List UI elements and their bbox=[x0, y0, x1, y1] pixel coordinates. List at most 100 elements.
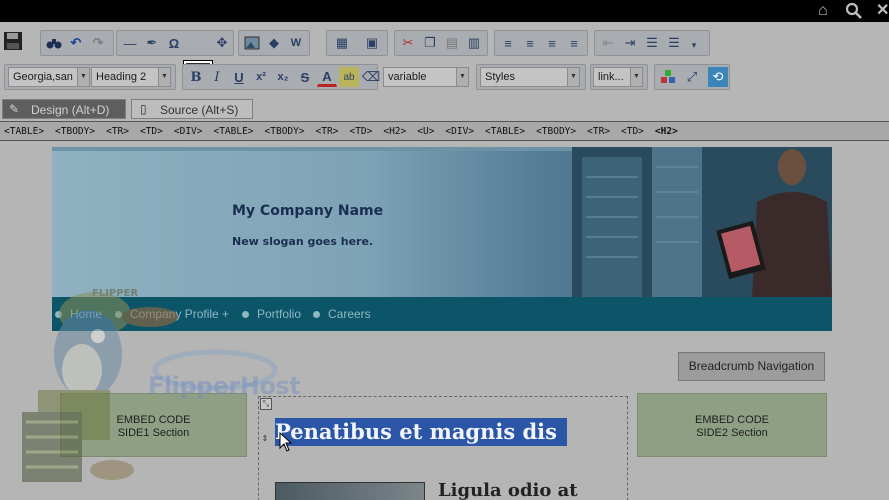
tag-path-item[interactable]: <TD> bbox=[349, 126, 372, 137]
chevron-down-icon: ▼ bbox=[630, 68, 642, 86]
embed-side1[interactable]: EMBED CODE SIDE1 Section bbox=[60, 393, 247, 457]
nav-portfolio[interactable]: Portfolio bbox=[257, 307, 301, 321]
ordered-list-icon[interactable]: ☰ bbox=[642, 33, 662, 53]
mouse-cursor-icon bbox=[279, 432, 293, 452]
sub-heading[interactable]: Ligula odio at bbox=[438, 480, 578, 500]
undo-icon[interactable]: ↶ bbox=[66, 33, 86, 53]
document-icon: ▯ bbox=[140, 102, 147, 116]
embed-side2[interactable]: EMBED CODE SIDE2 Section bbox=[637, 393, 827, 457]
font-family-select[interactable]: Georgia,san ▼ bbox=[8, 67, 90, 87]
special-char-icon[interactable]: Ω bbox=[164, 33, 184, 53]
bold-icon[interactable]: B bbox=[186, 67, 206, 87]
tag-path-item[interactable]: <U> bbox=[417, 126, 434, 137]
tag-path-item[interactable]: <TBODY> bbox=[55, 126, 95, 137]
indent-icon[interactable]: ⇥ bbox=[620, 33, 640, 53]
link-select[interactable]: link... ▼ bbox=[593, 67, 643, 87]
preview-icon[interactable]: ⟲ bbox=[708, 67, 728, 87]
anchor-icon[interactable]: ✥ bbox=[212, 33, 232, 53]
close-icon[interactable]: ✕ bbox=[876, 2, 889, 20]
tag-path-item[interactable]: <TR> bbox=[106, 126, 129, 137]
tag-path-item[interactable]: <TBODY> bbox=[265, 126, 305, 137]
paste-icon[interactable]: ▤ bbox=[442, 33, 462, 53]
embed-side2-title: EMBED CODE bbox=[695, 414, 769, 426]
chevron-down-icon: ▼ bbox=[77, 68, 89, 86]
toolbar-row-1: ↶ ↷ — ✒ Ω ✥ ◆ W ▦ ▣ ✂ ❐ ▤ ▥ ≡ ≡ ≡ ≡ ⇤ ⇥ … bbox=[0, 28, 889, 87]
tab-design[interactable]: ✎ Design (Alt+D) bbox=[2, 99, 126, 119]
highlight-color-icon[interactable]: ab bbox=[339, 67, 359, 87]
tab-source-label: Source (Alt+S) bbox=[160, 103, 239, 117]
nav-bullet-icon bbox=[115, 311, 122, 318]
superscript-icon[interactable]: x² bbox=[251, 67, 271, 87]
embed-side1-title: EMBED CODE bbox=[116, 414, 191, 426]
underline-icon[interactable]: U bbox=[229, 67, 249, 87]
link-value: link... bbox=[598, 71, 624, 83]
flash-icon[interactable]: ◆ bbox=[264, 33, 284, 53]
align-justify-icon[interactable]: ≡ bbox=[564, 33, 584, 53]
tag-path-item[interactable]: <TBODY> bbox=[536, 126, 576, 137]
font-color-icon[interactable]: A bbox=[317, 67, 337, 87]
chevron-down-icon: ▼ bbox=[567, 68, 579, 86]
eraser-icon[interactable]: ⌫ bbox=[361, 67, 381, 87]
copy-icon[interactable]: ❐ bbox=[420, 33, 440, 53]
strikethrough-icon[interactable]: S bbox=[295, 67, 315, 87]
horizontal-rule-icon[interactable]: — bbox=[120, 33, 140, 53]
tag-path-item[interactable]: <TABLE> bbox=[213, 126, 253, 137]
chevron-down-icon: ▼ bbox=[158, 68, 170, 86]
pen-icon[interactable]: ✒ bbox=[142, 33, 162, 53]
save-icon[interactable] bbox=[2, 30, 24, 52]
tag-path-item[interactable]: <TD> bbox=[621, 126, 644, 137]
nav-home[interactable]: Home bbox=[70, 307, 102, 321]
tag-path-item[interactable]: <TABLE> bbox=[4, 126, 44, 137]
tag-path-item[interactable]: <DIV> bbox=[174, 126, 203, 137]
embed-side2-label: SIDE2 Section bbox=[696, 427, 768, 439]
top-bar: ⌂ ✕ bbox=[0, 0, 889, 22]
tag-path-item[interactable]: <TD> bbox=[140, 126, 163, 137]
breadcrumb-navigation-button[interactable]: Breadcrumb Navigation bbox=[678, 352, 825, 381]
paste-text-icon[interactable]: ▥ bbox=[464, 33, 484, 53]
tag-path-item[interactable]: <TR> bbox=[587, 126, 610, 137]
selected-heading[interactable]: Penatibus et magnis dis bbox=[275, 418, 567, 446]
search-icon[interactable] bbox=[845, 2, 862, 24]
unordered-list-icon[interactable]: ☰ bbox=[664, 33, 684, 53]
cell-icon[interactable]: ▣ bbox=[362, 33, 382, 53]
font-size-select[interactable]: variable ▼ bbox=[383, 67, 469, 87]
styles-select[interactable]: Styles ▼ bbox=[480, 67, 580, 87]
design-canvas[interactable]: My Company Name New slogan goes here. Ho… bbox=[0, 141, 889, 500]
site-nav: Home Company Profile + Portfolio Careers bbox=[52, 297, 832, 331]
align-center-icon[interactable]: ≡ bbox=[520, 33, 540, 53]
toolbar-row-2: Georgia,san ▼ Heading 2 ▼ B I U x² x₂ S … bbox=[0, 62, 889, 94]
outdent-icon[interactable]: ⇤ bbox=[598, 33, 618, 53]
nav-careers[interactable]: Careers bbox=[328, 307, 371, 321]
list-dropdown-icon[interactable]: ▾ bbox=[684, 35, 704, 55]
move-handle-icon[interactable]: ⇕ bbox=[259, 434, 271, 446]
block-format-select[interactable]: Heading 2 ▼ bbox=[91, 67, 171, 87]
align-left-icon[interactable]: ≡ bbox=[498, 33, 518, 53]
home-icon[interactable]: ⌂ bbox=[818, 2, 828, 20]
tag-path-item-current[interactable]: <H2> bbox=[655, 126, 678, 137]
tag-path-item[interactable]: <DIV> bbox=[445, 126, 474, 137]
font-family-value: Georgia,san bbox=[13, 71, 73, 83]
tag-path-item[interactable]: <H2> bbox=[383, 126, 406, 137]
company-slogan[interactable]: New slogan goes here. bbox=[232, 235, 373, 248]
tag-path-item[interactable]: <TR> bbox=[316, 126, 339, 137]
table-icon[interactable]: ▦ bbox=[332, 33, 352, 53]
subscript-icon[interactable]: x₂ bbox=[273, 67, 293, 87]
word-paste-icon[interactable]: W bbox=[286, 33, 306, 53]
nav-bullet-icon bbox=[313, 311, 320, 318]
nav-company-profile[interactable]: Company Profile + bbox=[130, 307, 229, 321]
design-mode-icon: ✎ bbox=[9, 102, 20, 116]
align-right-icon[interactable]: ≡ bbox=[542, 33, 562, 53]
content-image[interactable] bbox=[275, 482, 425, 500]
cut-icon[interactable]: ✂ bbox=[398, 33, 418, 53]
company-name[interactable]: My Company Name bbox=[232, 203, 383, 219]
tab-source[interactable]: ▯ Source (Alt+S) bbox=[131, 99, 253, 119]
find-icon[interactable] bbox=[44, 33, 64, 53]
fullscreen-icon[interactable]: ⤢ bbox=[682, 67, 702, 87]
italic-icon[interactable]: I bbox=[207, 67, 227, 87]
nav-bullet-icon bbox=[242, 311, 249, 318]
image-icon[interactable] bbox=[242, 33, 262, 53]
tag-path-item[interactable]: <TABLE> bbox=[485, 126, 525, 137]
template-icon[interactable] bbox=[658, 67, 678, 87]
tab-design-label: Design (Alt+D) bbox=[31, 103, 110, 117]
redo-icon[interactable]: ↷ bbox=[88, 33, 108, 53]
